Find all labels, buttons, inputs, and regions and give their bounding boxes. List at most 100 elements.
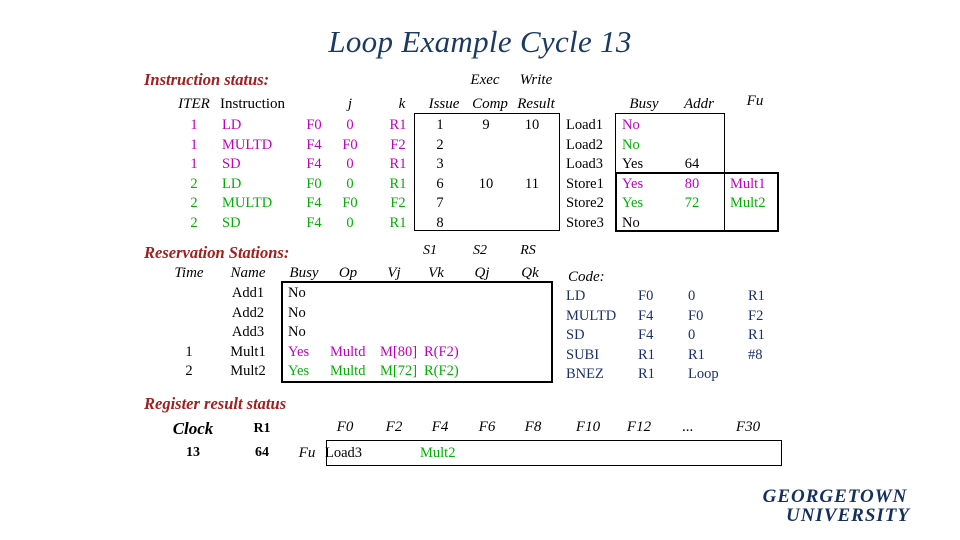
exec-group-header: Exec (470, 72, 500, 88)
register-header-F4: F4 (431, 419, 449, 435)
instr-header-comp: Comp (472, 96, 508, 112)
rs-vk: R(F2) (424, 363, 459, 379)
rs-group-header-rs: RS (520, 243, 536, 258)
rs-time: 1 (185, 343, 193, 360)
mem-unit-busy: Yes (622, 195, 644, 211)
logo-line-1: GEORGETOWN (762, 486, 908, 507)
code-arg2: F0 (688, 307, 704, 324)
instr-dest: F0 (306, 175, 322, 192)
register-header-F2: F2 (385, 419, 403, 435)
code-op: MULTD (566, 307, 617, 324)
register-header-F8: F8 (524, 419, 542, 435)
instr-result: 10 (524, 117, 540, 133)
rs-time: 2 (185, 363, 193, 379)
instr-j: F0 (342, 195, 358, 211)
page-title: Loop Example Cycle 13 (328, 24, 632, 59)
code-arg2: Loop (688, 366, 719, 382)
instr-dest: F4 (306, 214, 322, 231)
rs-group-header-s2: S2 (473, 243, 487, 258)
instr-issue: 6 (436, 175, 444, 192)
mem-unit-name: Load2 (566, 136, 604, 153)
logo-line-2: UNIVERSITY (785, 505, 911, 526)
rs-header-name: Name (230, 265, 266, 281)
mem-unit-name: Load3 (566, 156, 604, 172)
rs-header-qj: Qj (474, 265, 490, 281)
rs-header-time: Time (174, 265, 204, 281)
georgetown-logo: GEORGETOWN UNIVERSITY (735, 487, 935, 525)
instr-issue: 8 (436, 214, 444, 231)
mem-unit-name: Store2 (566, 195, 604, 211)
instr-dest: F4 (306, 136, 322, 153)
code-op: LD (566, 288, 586, 304)
code-arg2: 0 (688, 327, 696, 343)
mem-unit-addr: 72 (684, 195, 700, 211)
instr-op: SD (222, 156, 241, 172)
mem-unit-busy: No (622, 117, 640, 133)
instr-header-iter: ITER (178, 96, 210, 112)
instr-header-issue: Issue (428, 96, 460, 112)
register-header-dots..: ... (682, 419, 694, 435)
instr-k: R1 (389, 175, 407, 192)
instr-header-j: j (347, 96, 353, 112)
r1-label: R1 (253, 421, 271, 436)
code-arg3: #8 (748, 346, 763, 363)
instr-issue: 1 (436, 117, 444, 133)
instr-comp: 10 (478, 175, 494, 192)
rs-busy: Yes (288, 363, 310, 379)
instr-j: 0 (346, 156, 354, 172)
register-header-F12: F12 (626, 419, 652, 435)
rs-busy: No (288, 285, 306, 301)
mem-unit-name: Store3 (566, 214, 604, 231)
instr-k: F2 (390, 195, 406, 211)
rs-header-busy: Busy (289, 265, 319, 281)
register-header-F0: F0 (336, 419, 354, 435)
register-header-F30: F30 (735, 419, 761, 435)
mem-unit-name: Load1 (566, 117, 604, 133)
instr-comp: 9 (482, 117, 490, 133)
rs-vj: M[72] (380, 363, 418, 379)
code-arg2: R1 (688, 346, 705, 363)
code-arg3: F2 (748, 307, 764, 324)
mem-unit-busy: Yes (622, 175, 644, 192)
instr-header-result: Result (517, 96, 555, 112)
instr-iter: 1 (190, 117, 198, 133)
rs-name: Add3 (231, 324, 265, 340)
rs-name: Mult1 (230, 343, 266, 360)
rs-name: Add2 (231, 304, 265, 321)
instr-iter: 1 (190, 156, 198, 172)
code-op: SUBI (566, 346, 600, 363)
mem-unit-addr: 64 (684, 156, 700, 172)
code-label: Code: (568, 269, 605, 285)
code-arg1: R1 (638, 346, 655, 363)
rs-header-qk: Qk (521, 265, 539, 281)
code-arg1: R1 (638, 366, 655, 382)
instr-dest: F0 (306, 117, 322, 133)
reservation-stations-label: Reservation Stations: (144, 243, 290, 262)
code-arg2: 0 (688, 288, 696, 304)
instr-j: 0 (346, 214, 354, 231)
clock-value: 13 (186, 445, 200, 460)
rs-vk: R(F2) (424, 343, 459, 360)
mem-header-addr: Addr (684, 96, 714, 112)
instr-dest: F4 (306, 156, 322, 172)
mem-unit-fu: Mult1 (730, 175, 766, 192)
instr-issue: 3 (436, 156, 444, 172)
instr-op: LD (222, 117, 242, 133)
register-result-status-label: Register result status (144, 394, 287, 413)
fu-row-label: Fu (298, 445, 316, 461)
instr-k: F2 (390, 136, 406, 153)
write-group-header: Write (519, 72, 553, 88)
code-arg1: F4 (638, 327, 654, 343)
instr-iter: 1 (190, 136, 198, 153)
rs-header-op: Op (338, 265, 358, 281)
instr-iter: 2 (190, 195, 198, 211)
instr-j: F0 (342, 136, 358, 153)
code-op: SD (566, 327, 585, 343)
mem-unit-busy: No (622, 214, 640, 231)
code-arg1: F4 (638, 307, 654, 324)
instr-op: SD (222, 214, 241, 231)
mem-unit-busy: No (622, 136, 640, 153)
instr-op: MULTD (222, 136, 273, 153)
mem-unit-busy: Yes (622, 156, 644, 172)
rs-header-vk: Vk (428, 265, 444, 281)
